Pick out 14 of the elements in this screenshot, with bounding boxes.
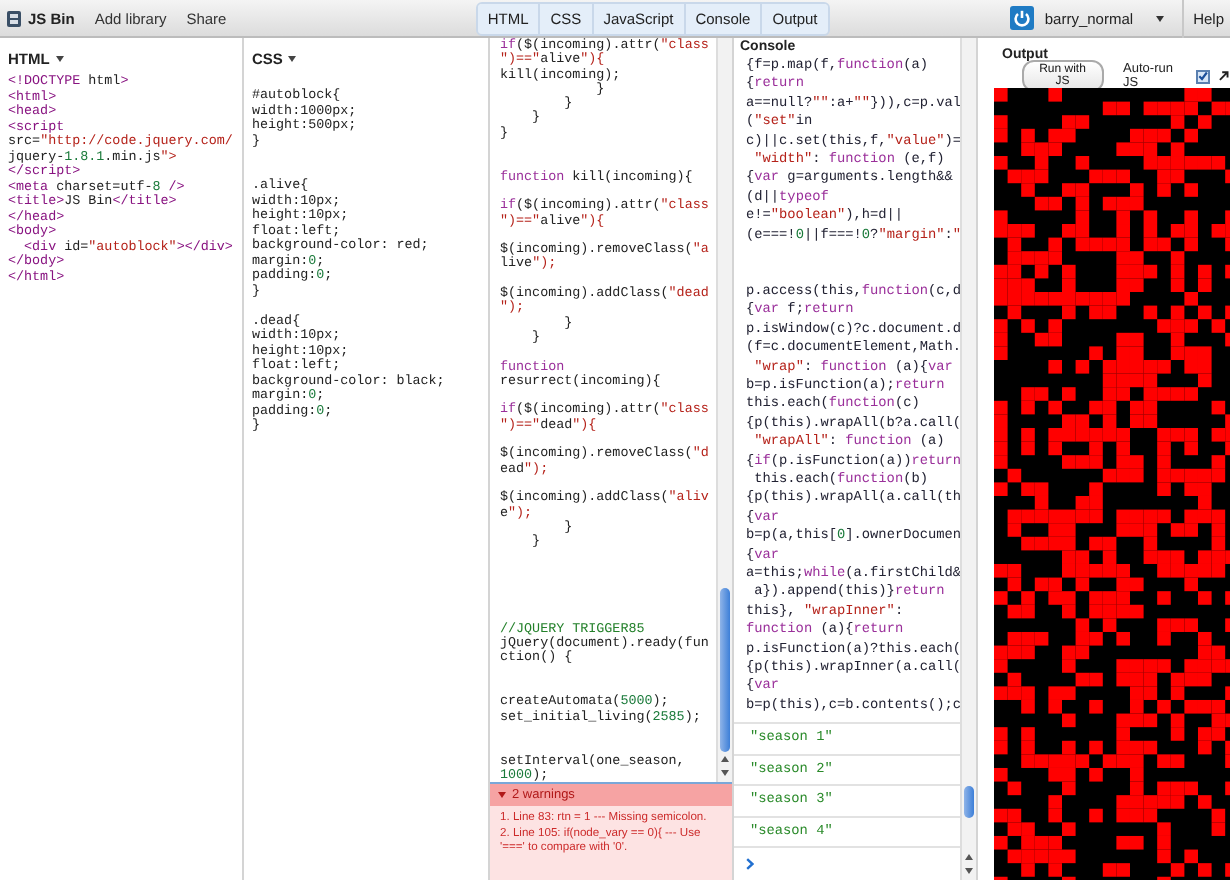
power-icon[interactable]: [1010, 6, 1035, 30]
logo-icon: [6, 9, 22, 27]
scroll-arrows-icon[interactable]: [964, 852, 974, 876]
auto-run-checkbox[interactable]: [1196, 69, 1211, 83]
scrollbar-thumb[interactable]: [720, 588, 730, 752]
caret-icon[interactable]: [288, 56, 297, 62]
caret-icon[interactable]: [1155, 15, 1164, 21]
popout-arrow-icon[interactable]: [1218, 70, 1230, 82]
scrollbar[interactable]: [716, 38, 732, 782]
scrollbar[interactable]: [960, 38, 976, 880]
caret-icon[interactable]: [55, 56, 64, 62]
scrollbar-thumb[interactable]: [964, 786, 974, 818]
prompt-icon: [746, 858, 754, 870]
scroll-arrows-icon[interactable]: [720, 754, 730, 778]
